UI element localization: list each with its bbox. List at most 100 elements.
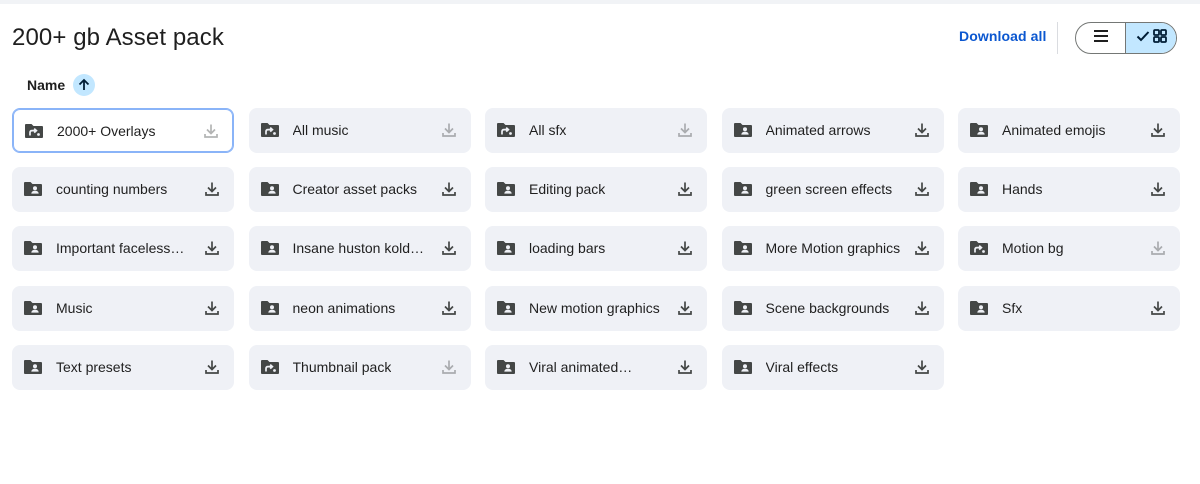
- shared-folder-icon: [496, 239, 516, 257]
- folder-card[interactable]: Viral animated…: [485, 344, 707, 390]
- check-icon: [1136, 29, 1150, 47]
- shared-folder-icon: [969, 299, 989, 317]
- shared-folder-icon: [23, 180, 43, 198]
- folder-name: All music: [292, 122, 349, 138]
- folder-card[interactable]: New motion graphics: [485, 285, 707, 331]
- shared-folder-icon: [23, 358, 43, 376]
- shared-folder-icon: [969, 180, 989, 198]
- folder-name: Animated arrows: [765, 122, 871, 138]
- divider: [1057, 22, 1058, 54]
- folder-name: Music: [56, 299, 93, 316]
- folder-card[interactable]: Music: [12, 285, 234, 331]
- download-icon[interactable]: [912, 238, 932, 258]
- folder-card[interactable]: Animated arrows: [721, 108, 944, 153]
- folder-name: 2000+ Overlays: [57, 123, 156, 139]
- page-title: 200+ gb Asset pack: [12, 24, 224, 51]
- folder-card[interactable]: Thumbnail pack: [248, 344, 471, 390]
- download-icon[interactable]: [202, 357, 222, 377]
- shared-folder-icon: [496, 358, 516, 376]
- folder-card[interactable]: Editing pack: [485, 167, 707, 213]
- download-icon[interactable]: [202, 238, 222, 258]
- download-icon[interactable]: [1148, 120, 1168, 140]
- folder-card[interactable]: Important faceless…: [12, 226, 234, 272]
- folder-card[interactable]: All music: [248, 108, 471, 153]
- download-icon: [439, 120, 459, 140]
- download-icon[interactable]: [202, 179, 222, 199]
- download-icon[interactable]: [912, 120, 932, 140]
- download-icon[interactable]: [439, 238, 459, 258]
- folder-name: All sfx: [529, 122, 567, 138]
- download-icon[interactable]: [912, 179, 932, 199]
- folder-name: Creator asset packs: [292, 181, 418, 198]
- download-icon[interactable]: [675, 298, 695, 318]
- folder-name: Insane huston kold…: [292, 240, 425, 257]
- download-icon[interactable]: [202, 298, 222, 318]
- shared-folder-icon: [496, 299, 516, 317]
- folder-name: Important faceless…: [56, 240, 185, 257]
- download-icon[interactable]: [1148, 298, 1168, 318]
- folder-card[interactable]: loading bars: [485, 226, 707, 272]
- folder-card[interactable]: Viral effects: [721, 344, 944, 390]
- shortcut-folder-icon: [260, 358, 280, 376]
- folder-name: More Motion graphics: [765, 240, 901, 257]
- shared-folder-icon: [733, 299, 753, 317]
- shared-folder-icon: [733, 121, 753, 139]
- shared-folder-icon: [260, 299, 280, 317]
- folder-name: Scene backgrounds: [765, 299, 890, 316]
- folder-card[interactable]: counting numbers: [12, 167, 234, 213]
- shared-folder-icon: [260, 239, 280, 257]
- folder-name: green screen effects: [765, 181, 893, 198]
- shortcut-folder-icon: [969, 239, 989, 257]
- folder-name: Viral animated…: [529, 358, 633, 375]
- folder-name: Viral effects: [765, 358, 839, 375]
- folder-card[interactable]: neon animations: [248, 285, 471, 331]
- download-icon: [675, 120, 695, 140]
- download-icon[interactable]: [675, 179, 695, 199]
- folder-card[interactable]: Creator asset packs: [248, 167, 471, 213]
- list-view-button[interactable]: [1076, 23, 1126, 53]
- folder-name: Animated emojis: [1002, 122, 1106, 138]
- folder-card[interactable]: 2000+ Overlays: [12, 108, 234, 153]
- sort-label: Name: [27, 77, 66, 93]
- download-icon[interactable]: [439, 298, 459, 318]
- arrow-up-icon[interactable]: [73, 74, 96, 96]
- folder-card[interactable]: More Motion graphics: [721, 226, 944, 272]
- folder-card[interactable]: Hands: [958, 167, 1180, 213]
- shared-folder-icon: [23, 239, 43, 257]
- download-icon[interactable]: [912, 298, 932, 318]
- top-edge: [0, 0, 1200, 4]
- download-icon: [201, 121, 221, 141]
- download-icon[interactable]: [675, 357, 695, 377]
- shared-folder-icon: [23, 299, 43, 317]
- folder-card[interactable]: Scene backgrounds: [721, 285, 944, 331]
- download-icon: [439, 357, 459, 377]
- folder-card[interactable]: Insane huston kold…: [248, 226, 471, 272]
- grid-view-button[interactable]: [1126, 23, 1176, 53]
- download-icon[interactable]: [439, 179, 459, 199]
- download-icon[interactable]: [1148, 179, 1168, 199]
- folder-card[interactable]: Motion bg: [958, 226, 1180, 272]
- shared-folder-icon: [260, 180, 280, 198]
- folder-name: New motion graphics: [529, 299, 660, 316]
- shared-folder-icon: [733, 358, 753, 376]
- folder-card[interactable]: Text presets: [12, 344, 234, 390]
- folder-name: Sfx: [1002, 299, 1023, 316]
- folder-card[interactable]: Animated emojis: [958, 108, 1180, 153]
- folder-card[interactable]: green screen effects: [721, 167, 944, 213]
- folder-name: Editing pack: [529, 181, 606, 198]
- download-icon[interactable]: [675, 238, 695, 258]
- download-icon[interactable]: [912, 357, 932, 377]
- shared-folder-icon: [496, 180, 516, 198]
- shared-folder-icon: [733, 239, 753, 257]
- sort-by-name[interactable]: Name: [27, 74, 96, 96]
- folder-name: Text presets: [56, 358, 132, 375]
- folder-name: counting numbers: [56, 181, 168, 198]
- view-toggle[interactable]: [1075, 22, 1177, 54]
- folder-card[interactable]: Sfx: [958, 285, 1180, 331]
- folder-name: Motion bg: [1002, 240, 1064, 257]
- list-icon: [1093, 29, 1109, 48]
- download-all-button[interactable]: Download all: [959, 28, 1047, 44]
- shared-folder-icon: [733, 180, 753, 198]
- folder-card[interactable]: All sfx: [485, 108, 707, 153]
- shared-folder-icon: [969, 121, 989, 139]
